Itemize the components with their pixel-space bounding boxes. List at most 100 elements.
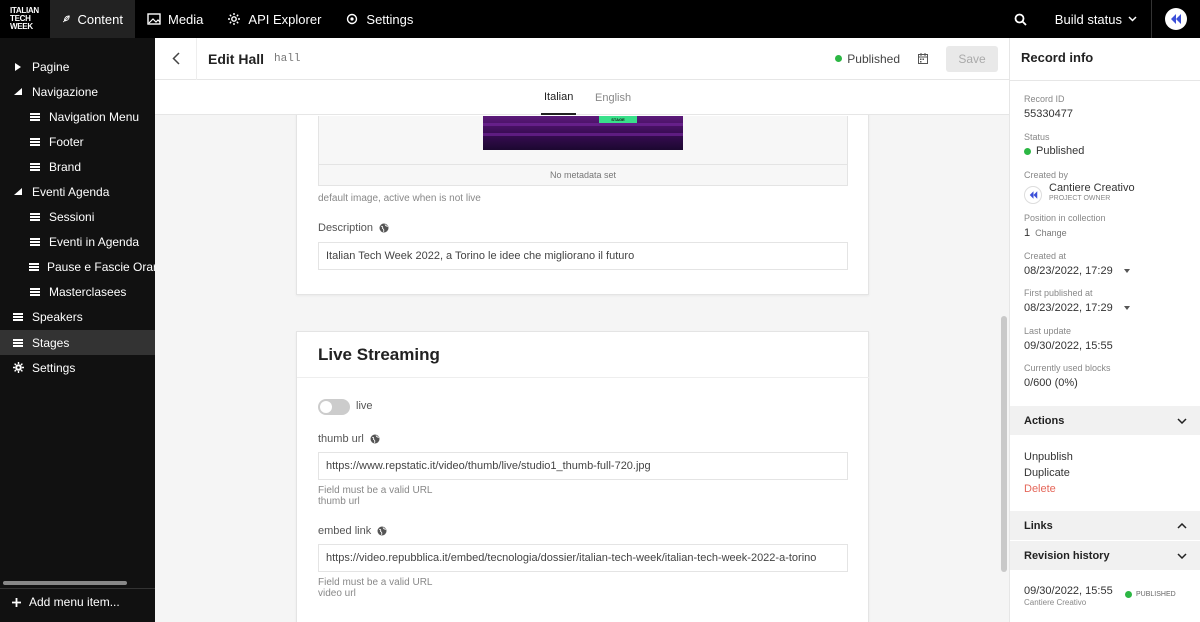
- feather-icon: [62, 15, 70, 23]
- sidebar-scrollbar[interactable]: [3, 581, 127, 585]
- first-published-text: 08/23/2022, 17:29: [1024, 302, 1113, 314]
- sidebar-item-settings[interactable]: Settings: [0, 355, 155, 380]
- position-change-link[interactable]: Change: [1035, 228, 1067, 238]
- sidebar-item-pause-e-fascie-orarie[interactable]: Pause e Fascie Orarie: [0, 254, 166, 279]
- site-logo[interactable]: ITALIAN TECH WEEK: [0, 0, 50, 38]
- image-thumbnail[interactable]: STAGE: [483, 116, 683, 150]
- revision-history-toggle[interactable]: Revision history: [1010, 541, 1200, 570]
- build-status-label: Build status: [1054, 11, 1122, 27]
- embed-link-label-text: embed link: [318, 525, 372, 537]
- links-section-toggle[interactable]: Links: [1010, 511, 1200, 540]
- list-icon: [29, 262, 39, 271]
- sidebar-item-footer[interactable]: Footer: [0, 129, 155, 154]
- list-icon: [12, 312, 24, 321]
- sidebar-item-speakers[interactable]: Speakers: [0, 304, 155, 329]
- duplicate-action[interactable]: Duplicate: [1024, 467, 1070, 479]
- tab-italian[interactable]: Italian: [541, 80, 577, 115]
- sidebar-item-brand[interactable]: Brand: [0, 154, 155, 179]
- actions-section-toggle[interactable]: Actions: [1010, 406, 1200, 435]
- tab-english[interactable]: English: [592, 80, 634, 115]
- sidebar-item-label: Masterclasees: [49, 284, 127, 299]
- publish-status-label: Published: [847, 51, 900, 66]
- image-field[interactable]: STAGE No metadata set: [318, 116, 848, 186]
- sidebar-item-label: Sessioni: [49, 209, 95, 224]
- search-icon: [1014, 13, 1027, 26]
- sidebar-item-pagine[interactable]: Pagine: [0, 54, 155, 79]
- revision-status-text: PUBLISHED: [1136, 591, 1176, 598]
- model-api-key: hall: [274, 52, 301, 65]
- build-status-button[interactable]: Build status: [1041, 0, 1152, 38]
- media-card: STAGE No metadata set default image, act…: [296, 115, 869, 295]
- section-divider: [297, 377, 869, 378]
- sidebar: Pagine Navigazione Navigation Menu Foote…: [0, 38, 166, 622]
- sidebar-item-sessioni[interactable]: Sessioni: [0, 204, 155, 229]
- sidebar-item-label: Brand: [49, 159, 82, 174]
- thumbnail-badge: STAGE: [599, 116, 637, 123]
- list-icon: [29, 112, 41, 121]
- sidebar-item-label: Stages: [32, 335, 70, 350]
- sidebar-item-navigazione[interactable]: Navigazione: [0, 79, 155, 104]
- account-avatar-button[interactable]: [1152, 0, 1200, 38]
- delete-action[interactable]: Delete: [1024, 483, 1056, 495]
- logo-line-3: WEEK: [10, 22, 33, 31]
- last-update-label: Last update: [1024, 326, 1072, 336]
- first-published-value[interactable]: 08/23/2022, 17:29: [1024, 302, 1130, 314]
- editor-header: Edit Hall hall Published Save: [155, 37, 1009, 80]
- caret-down-icon: [12, 88, 24, 95]
- nav-settings-label: Settings: [366, 11, 414, 27]
- last-update-value: 09/30/2022, 15:55: [1024, 340, 1113, 352]
- calendar-icon: [918, 53, 928, 64]
- list-icon: [29, 137, 41, 146]
- embed-link-hint: video url: [318, 588, 356, 599]
- list-icon: [12, 338, 24, 347]
- record-info-panel: Record info Record ID 55330477 Status Pu…: [1009, 38, 1200, 622]
- sidebar-item-eventi-in-agenda[interactable]: Eventi in Agenda: [0, 229, 155, 254]
- nav-media[interactable]: Media: [135, 0, 215, 38]
- live-toggle-label: live: [356, 400, 373, 412]
- description-label: Description: [318, 222, 389, 234]
- nav-settings[interactable]: Settings: [333, 0, 425, 38]
- search-button[interactable]: [1001, 0, 1041, 38]
- chevron-left-icon: [171, 52, 180, 65]
- panel-divider: [1010, 80, 1200, 81]
- thumb-url-input[interactable]: https://www.repstatic.it/video/thumb/liv…: [318, 452, 848, 480]
- embed-link-label: embed link: [318, 525, 387, 537]
- blocks-value: 0/600 (0%): [1024, 377, 1078, 389]
- sidebar-item-stages[interactable]: Stages: [0, 330, 155, 355]
- created-at-text: 08/23/2022, 17:29: [1024, 265, 1113, 277]
- schedule-button[interactable]: [906, 53, 940, 64]
- sidebar-item-label: Footer: [49, 134, 84, 149]
- nav-content-label: Content: [77, 11, 123, 27]
- gear-icon: [12, 362, 24, 373]
- description-input[interactable]: Italian Tech Week 2022, a Torino le idee…: [318, 242, 848, 270]
- nav-api-explorer[interactable]: API Explorer: [215, 0, 333, 38]
- position-value: 1 Change: [1024, 227, 1067, 239]
- plus-icon: [12, 597, 21, 607]
- avatar: [1165, 8, 1187, 30]
- thumb-url-label-text: thumb url: [318, 433, 364, 445]
- unpublish-action[interactable]: Unpublish: [1024, 451, 1073, 463]
- sidebar-item-masterclasees[interactable]: Masterclasees: [0, 279, 155, 304]
- nav-content[interactable]: Content: [50, 0, 135, 38]
- nav-media-label: Media: [168, 11, 204, 27]
- sidebar-item-navigation-menu[interactable]: Navigation Menu: [0, 104, 155, 129]
- chevron-down-icon: [1128, 16, 1137, 22]
- status-value-text: Published: [1036, 145, 1085, 157]
- topbar-right: Build status: [1001, 0, 1200, 38]
- add-menu-item-button[interactable]: Add menu item...: [12, 595, 120, 609]
- save-button[interactable]: Save: [946, 45, 998, 72]
- image-hint: default image, active when is not live: [318, 193, 481, 204]
- editor-scrollbar[interactable]: [1001, 316, 1007, 572]
- created-at-value[interactable]: 08/23/2022, 17:29: [1024, 265, 1130, 277]
- embed-link-input[interactable]: https://video.repubblica.it/embed/tecnol…: [318, 544, 848, 572]
- revision-date[interactable]: 09/30/2022, 15:55: [1024, 585, 1113, 597]
- back-button[interactable]: [155, 37, 197, 80]
- settings-icon: [347, 13, 358, 25]
- chevron-down-icon: [1177, 417, 1187, 424]
- sidebar-item-eventi-agenda[interactable]: Eventi Agenda: [0, 179, 155, 204]
- record-id-label: Record ID: [1024, 94, 1065, 104]
- revision-history-title: Revision history: [1024, 549, 1110, 562]
- page-title: Edit Hall: [208, 50, 265, 67]
- thumb-url-label: thumb url: [318, 433, 380, 445]
- live-toggle[interactable]: [318, 399, 350, 415]
